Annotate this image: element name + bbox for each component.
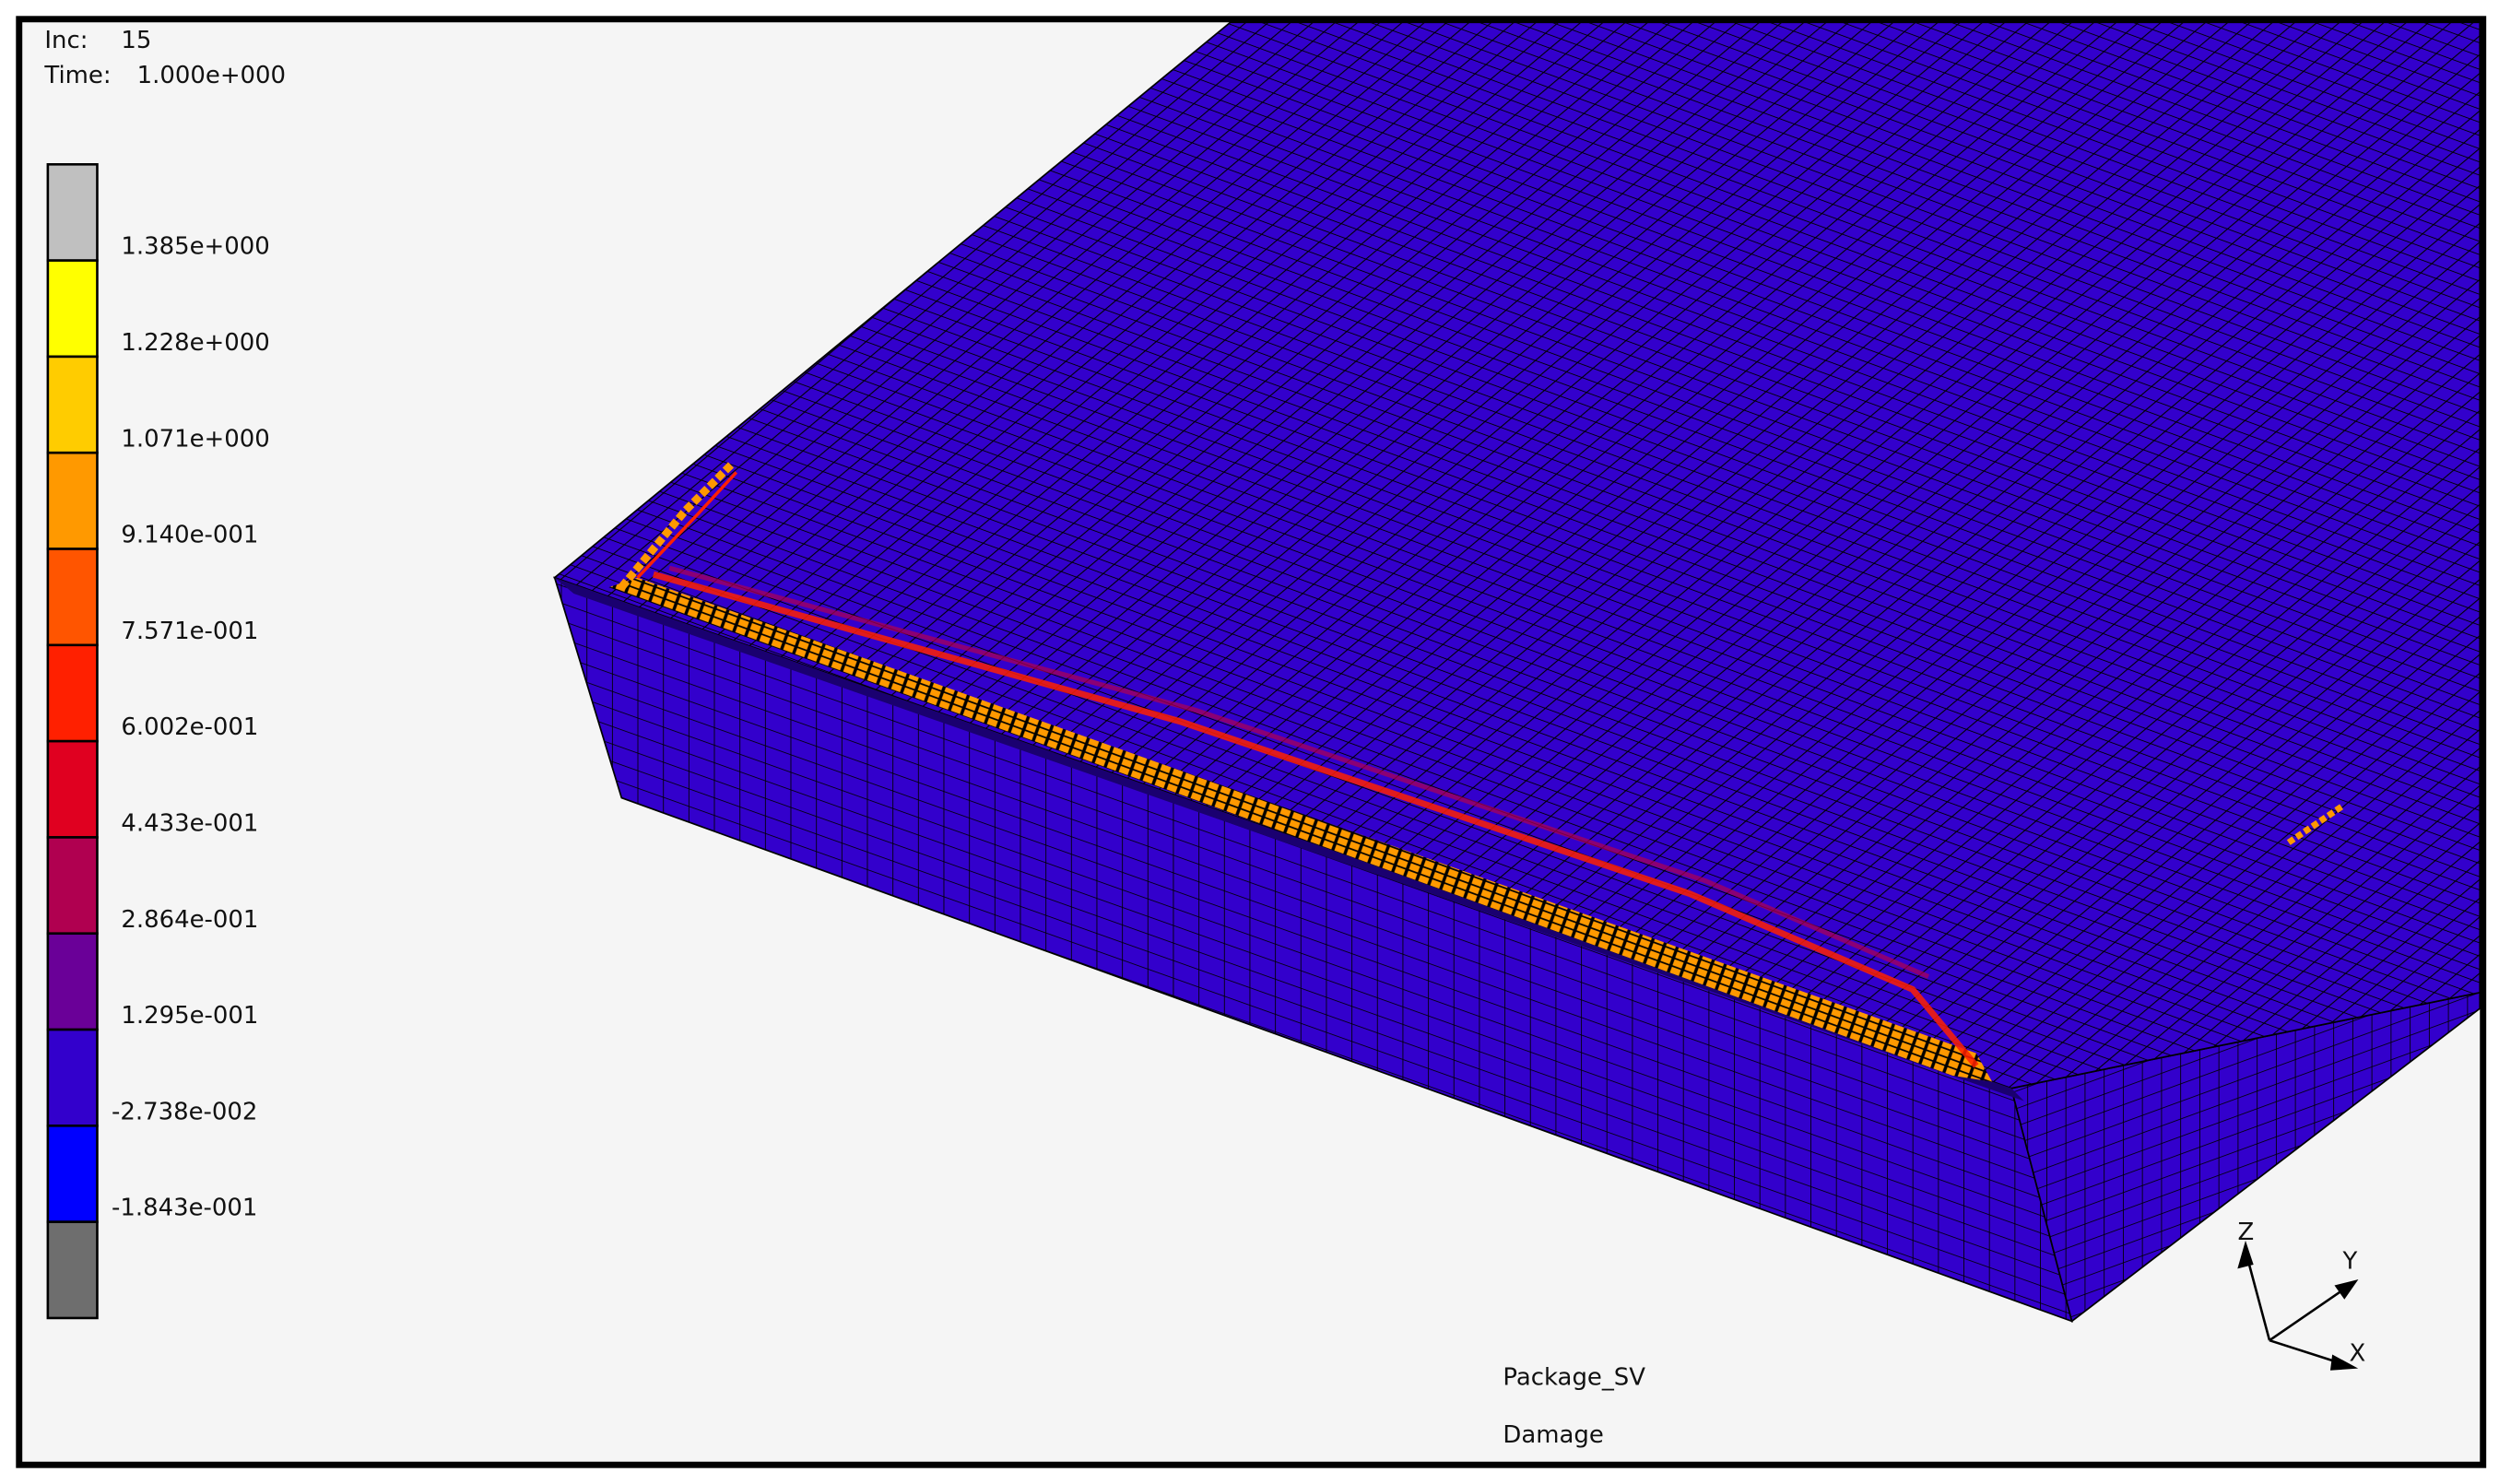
legend-color-swatch	[46, 548, 99, 647]
legend-label: 1.071e+000	[121, 425, 269, 453]
legend-label: 9.140e-001	[121, 522, 258, 549]
legend-color-swatch	[46, 836, 99, 936]
legend-label: 1.295e-001	[121, 1002, 258, 1030]
viewport[interactable]: Inc: 15 Time: 1.000e+000 1.385e+000 1.228…	[0, 0, 2499, 1484]
triad-z-label: Z	[2237, 1219, 2254, 1246]
legend-label: 1.385e+000	[121, 233, 269, 261]
time-value: 1.000e+000	[137, 62, 286, 89]
legend-color-swatch	[46, 739, 99, 839]
legend-label: 2.864e-001	[121, 906, 258, 934]
model-name: Package_SV	[1503, 1364, 1645, 1392]
time-label: Time:	[43, 62, 111, 89]
legend-color-swatch	[46, 1125, 99, 1223]
legend-label: -1.843e-001	[112, 1195, 257, 1222]
legend-color-swatch	[46, 259, 99, 359]
result-name: Damage	[1503, 1421, 1603, 1449]
legend-color-swatch	[46, 355, 99, 454]
legend-label: 6.002e-001	[121, 713, 258, 741]
legend-label: 4.433e-001	[121, 809, 258, 837]
legend-color-swatch	[46, 1028, 99, 1127]
legend-color-swatch	[46, 932, 99, 1031]
legend-color-swatch	[46, 643, 99, 743]
legend-color-swatch	[46, 1220, 99, 1320]
legend-color-swatch	[46, 451, 99, 550]
triad-y-label: Y	[2342, 1247, 2358, 1275]
legend-label: 7.571e-001	[121, 618, 258, 645]
legend-color-swatch	[46, 163, 99, 262]
inc-label: Inc:	[44, 27, 88, 54]
legend-label: -2.738e-002	[112, 1098, 257, 1125]
legend-label: 1.228e+000	[121, 329, 269, 357]
triad-x-label: X	[2349, 1340, 2365, 1368]
inc-value: 15	[121, 27, 151, 54]
